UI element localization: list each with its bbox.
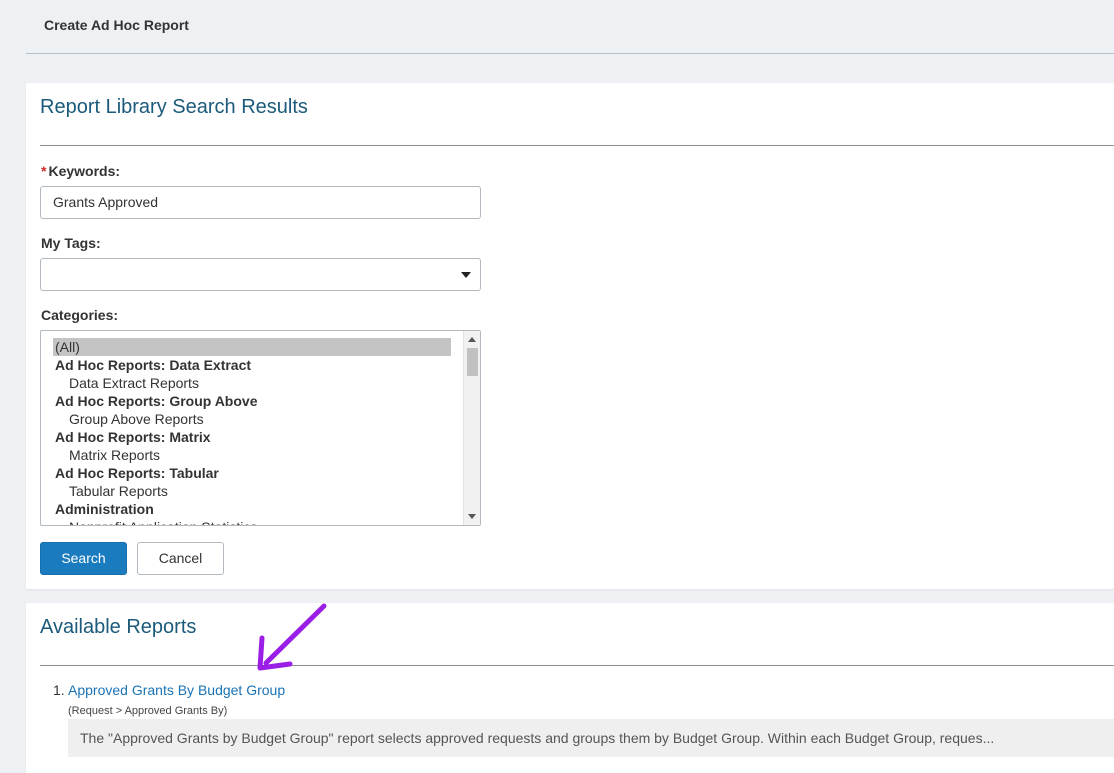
results-panel-divider: [40, 665, 1114, 666]
category-option[interactable]: Tabular Reports: [53, 482, 451, 500]
result-title-link[interactable]: Approved Grants By Budget Group: [68, 682, 285, 698]
category-option[interactable]: (All): [53, 338, 451, 356]
results-panel-title: Available Reports: [40, 616, 197, 638]
search-panel-title: Report Library Search Results: [40, 96, 308, 118]
search-button[interactable]: Search: [40, 542, 127, 575]
search-panel-divider: [40, 145, 1114, 146]
category-option[interactable]: Ad Hoc Reports: Matrix: [53, 428, 451, 446]
result-number: 1.: [53, 682, 65, 698]
scroll-down-arrow-icon[interactable]: [468, 514, 476, 519]
categories-scrollbar[interactable]: [463, 331, 480, 525]
top-bar: Create Ad Hoc Report: [26, 0, 1114, 54]
categories-label: Categories:: [41, 307, 119, 323]
category-option[interactable]: Matrix Reports: [53, 446, 451, 464]
keywords-input[interactable]: Grants Approved: [40, 186, 481, 219]
search-panel: Report Library Search Results * Keywords:…: [26, 83, 1114, 589]
tags-select[interactable]: [40, 258, 481, 291]
page-title: Create Ad Hoc Report: [44, 17, 189, 33]
results-panel: Available Reports 1. Approved Grants By …: [26, 603, 1114, 773]
category-option[interactable]: Nonprofit Application Statistics: [53, 518, 451, 525]
categories-listbox[interactable]: (All) Ad Hoc Reports: Data Extract Data Ex…: [40, 330, 481, 526]
category-option[interactable]: Ad Hoc Reports: Group Above: [53, 392, 451, 410]
category-option[interactable]: Data Extract Reports: [53, 374, 451, 392]
category-option[interactable]: Ad Hoc Reports: Tabular: [53, 464, 451, 482]
scroll-thumb[interactable]: [467, 348, 478, 376]
category-option[interactable]: Ad Hoc Reports: Data Extract: [53, 356, 451, 374]
cancel-button[interactable]: Cancel: [137, 542, 224, 575]
scroll-up-arrow-icon[interactable]: [468, 337, 476, 342]
keywords-label-text: Keywords:: [48, 163, 121, 179]
result-description: The "Approved Grants by Budget Group" re…: [68, 719, 1114, 757]
category-option[interactable]: Administration: [53, 500, 451, 518]
tags-label: My Tags:: [41, 235, 101, 251]
categories-options: (All) Ad Hoc Reports: Data Extract Data Ex…: [53, 338, 451, 525]
category-option[interactable]: Group Above Reports: [53, 410, 451, 428]
result-path: (Request > Approved Grants By): [68, 705, 228, 717]
chevron-down-icon: [461, 272, 471, 278]
required-marker: *: [41, 163, 47, 179]
keywords-label: * Keywords:: [41, 163, 120, 179]
